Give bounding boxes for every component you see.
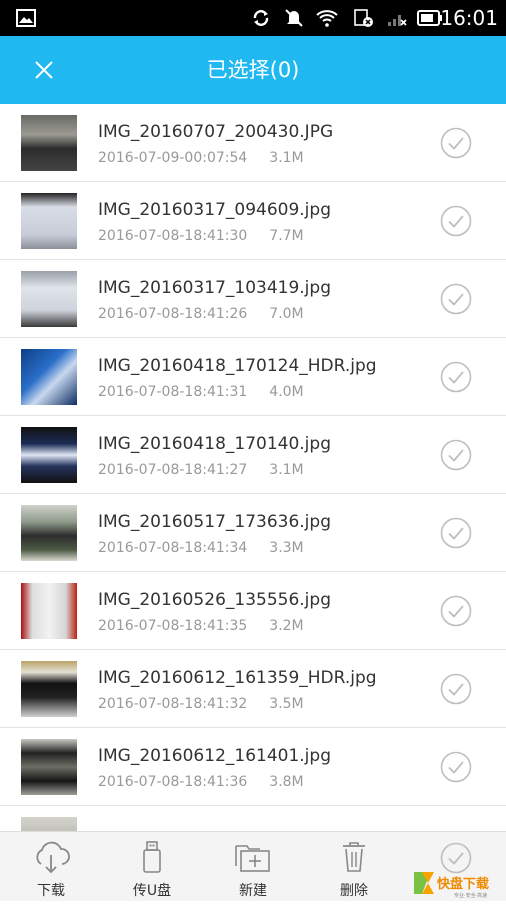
upload-usb-label: 传U盘 xyxy=(132,883,172,899)
image-thumbnail xyxy=(21,115,77,171)
svg-text:快盘下载: 快盘下载 xyxy=(437,876,489,892)
file-size: 3.1M xyxy=(269,150,304,166)
file-name: IMG_20160612_161359_HDR.jpg xyxy=(98,668,377,688)
new-label: 新建 xyxy=(239,883,267,899)
mute-icon xyxy=(282,0,306,36)
status-time: 16:01 xyxy=(440,6,498,30)
image-thumbnail xyxy=(21,349,77,405)
file-name: IMG_20160707_200430.JPG xyxy=(98,122,334,142)
cloud-download-icon xyxy=(11,840,91,874)
select-check-icon[interactable] xyxy=(440,439,472,471)
image-thumbnail xyxy=(21,427,77,483)
select-check-icon[interactable] xyxy=(440,205,472,237)
file-date: 2016-07-09-00:07:54 xyxy=(98,150,248,166)
delete-button[interactable]: 删除 xyxy=(314,832,394,901)
select-check-icon[interactable] xyxy=(440,283,472,315)
file-size: 3.8M xyxy=(269,774,304,790)
image-thumbnail xyxy=(21,817,77,831)
file-date: 2016-07-08-18:41:34 xyxy=(98,540,248,556)
file-date: 2016-07-08-18:41:27 xyxy=(98,462,248,478)
list-item[interactable]: IMG_20160317_094609.jpg 2016-07-08-18:41… xyxy=(0,182,506,260)
file-size: 7.7M xyxy=(269,228,304,244)
brand-watermark: 快盘下载 专业·安全·高速 xyxy=(410,866,506,900)
select-check-icon[interactable] xyxy=(440,127,472,159)
file-size: 3.2M xyxy=(269,618,304,634)
select-check-icon[interactable] xyxy=(440,673,472,705)
file-name: IMG_20160418_170124_HDR.jpg xyxy=(98,356,377,376)
status-bar: 16:01 xyxy=(0,0,506,36)
file-meta: 2016-07-08-18:41:30 7.7M xyxy=(98,228,304,244)
list-item[interactable]: IMG_20160418_170140.jpg 2016-07-08-18:41… xyxy=(0,416,506,494)
file-name: IMG_20160317_094609.jpg xyxy=(98,200,331,220)
file-date: 2016-07-08-18:41:36 xyxy=(98,774,248,790)
image-thumbnail xyxy=(21,661,77,717)
list-item[interactable]: IMG_20160526_135556.jpg 2016-07-08-18:41… xyxy=(0,572,506,650)
download-button[interactable]: 下载 xyxy=(11,832,91,901)
file-meta: 2016-07-08-18:41:27 3.1M xyxy=(98,462,304,478)
download-label: 下载 xyxy=(37,883,65,899)
select-check-icon[interactable] xyxy=(440,361,472,393)
file-size: 4.0M xyxy=(269,384,304,400)
upload-usb-button[interactable]: 传U盘 xyxy=(112,832,192,901)
image-thumbnail xyxy=(21,739,77,795)
signal-icon xyxy=(384,0,410,36)
file-size: 3.5M xyxy=(269,696,304,712)
new-folder-button[interactable]: 新建 xyxy=(213,832,293,901)
gallery-icon xyxy=(14,0,38,36)
select-check-icon[interactable] xyxy=(440,517,472,549)
image-thumbnail xyxy=(21,505,77,561)
file-name: IMG_20160612_161401.jpg xyxy=(98,746,331,766)
usb-icon xyxy=(112,840,192,874)
image-thumbnail xyxy=(21,583,77,639)
file-name: IMG_20160317_103419.jpg xyxy=(98,278,331,298)
page-title: 已选择(0) xyxy=(206,58,300,82)
file-meta: 2016-07-08-18:41:32 3.5M xyxy=(98,696,304,712)
list-item[interactable]: IMG_20160612_161359_HDR.jpg 2016-07-08-1… xyxy=(0,650,506,728)
list-item[interactable]: IMG_20160707_200430.JPG 2016-07-09-00:07… xyxy=(0,104,506,182)
file-name: IMG_20160517_173636.jpg xyxy=(98,512,331,532)
file-date: 2016-07-08-18:41:26 xyxy=(98,306,248,322)
close-icon xyxy=(35,61,53,79)
list-item-partial[interactable] xyxy=(0,806,506,831)
list-item[interactable]: IMG_20160418_170124_HDR.jpg 2016-07-08-1… xyxy=(0,338,506,416)
image-thumbnail xyxy=(21,271,77,327)
file-meta: 2016-07-08-18:41:36 3.8M xyxy=(98,774,304,790)
sim-card-icon xyxy=(350,0,376,36)
file-date: 2016-07-08-18:41:30 xyxy=(98,228,248,244)
file-size: 3.3M xyxy=(269,540,304,556)
file-list[interactable]: IMG_20160707_200430.JPG 2016-07-09-00:07… xyxy=(0,104,506,831)
file-meta: 2016-07-08-18:41:26 7.0M xyxy=(98,306,304,322)
select-check-icon[interactable] xyxy=(440,751,472,783)
close-button[interactable] xyxy=(28,54,60,86)
trash-icon xyxy=(314,840,394,874)
delete-label: 删除 xyxy=(340,883,368,899)
file-date: 2016-07-08-18:41:35 xyxy=(98,618,248,634)
sync-icon xyxy=(249,0,273,36)
wifi-icon xyxy=(313,0,341,36)
list-item[interactable]: IMG_20160612_161401.jpg 2016-07-08-18:41… xyxy=(0,728,506,806)
select-check-icon[interactable] xyxy=(440,595,472,627)
file-date: 2016-07-08-18:41:31 xyxy=(98,384,248,400)
image-thumbnail xyxy=(21,193,77,249)
file-meta: 2016-07-08-18:41:34 3.3M xyxy=(98,540,304,556)
list-item[interactable]: IMG_20160517_173636.jpg 2016-07-08-18:41… xyxy=(0,494,506,572)
file-size: 3.1M xyxy=(269,462,304,478)
app-bar: 已选择(0) xyxy=(0,36,506,104)
file-meta: 2016-07-09-00:07:54 3.1M xyxy=(98,150,304,166)
new-folder-icon xyxy=(213,840,293,874)
file-meta: 2016-07-08-18:41:35 3.2M xyxy=(98,618,304,634)
file-size: 7.0M xyxy=(269,306,304,322)
file-meta: 2016-07-08-18:41:31 4.0M xyxy=(98,384,304,400)
file-name: IMG_20160526_135556.jpg xyxy=(98,590,331,610)
file-date: 2016-07-08-18:41:32 xyxy=(98,696,248,712)
svg-text:专业·安全·高速: 专业·安全·高速 xyxy=(454,892,487,899)
file-name: IMG_20160418_170140.jpg xyxy=(98,434,331,454)
list-item[interactable]: IMG_20160317_103419.jpg 2016-07-08-18:41… xyxy=(0,260,506,338)
